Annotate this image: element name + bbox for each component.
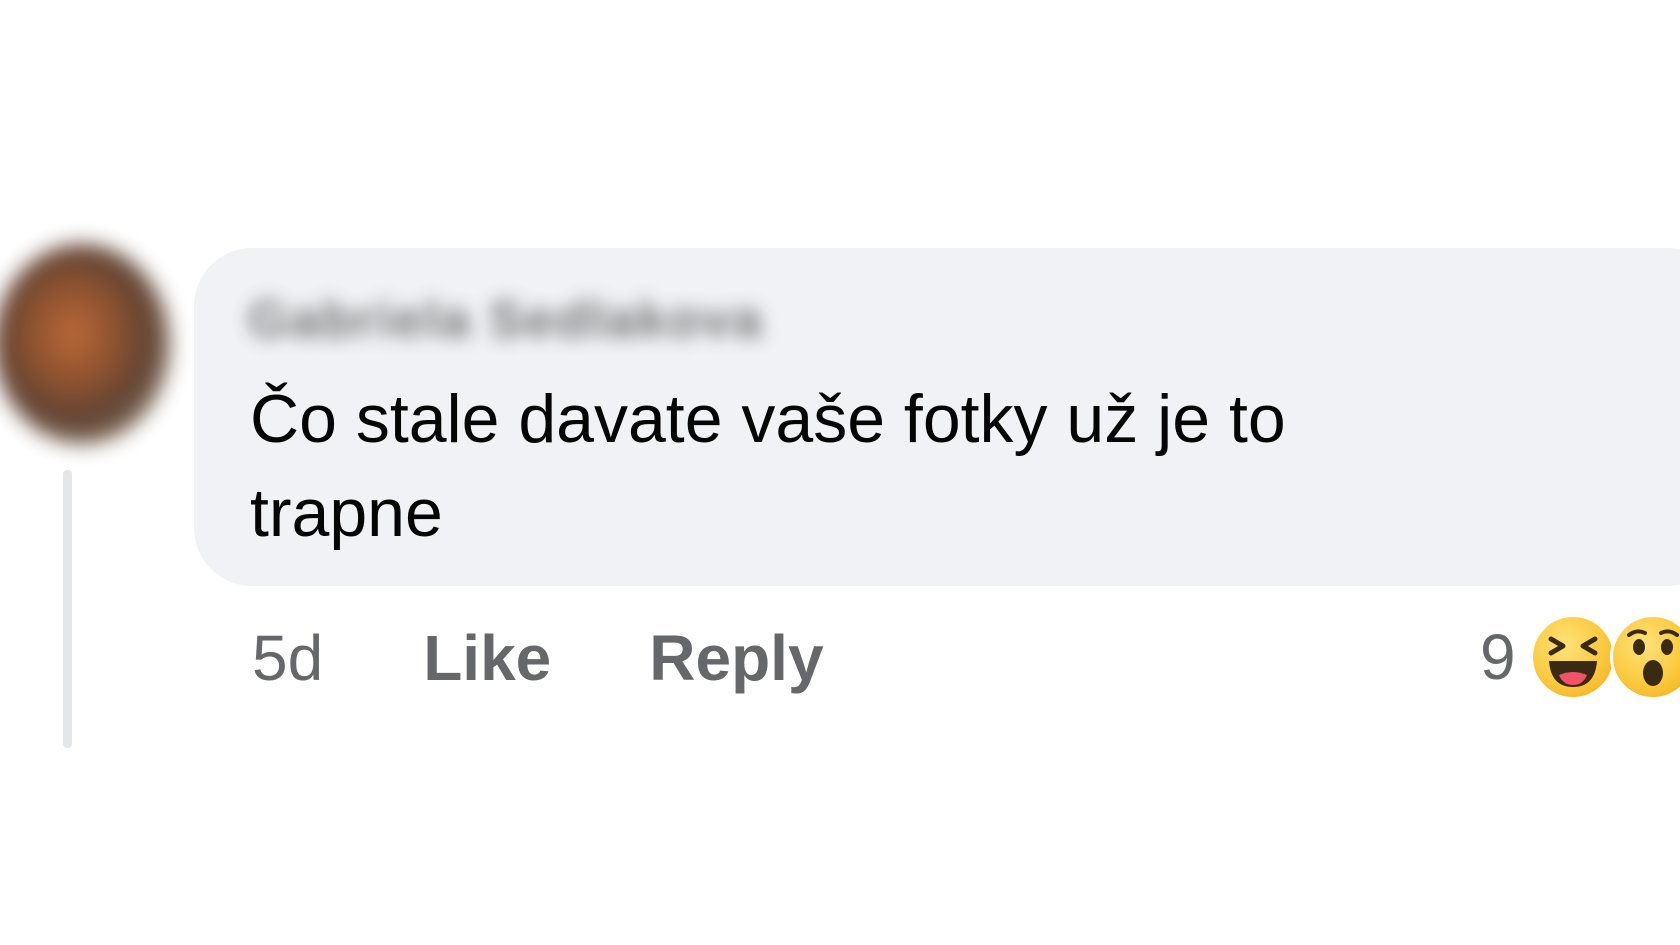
reaction-count: 9	[1480, 621, 1516, 693]
avatar[interactable]	[0, 244, 170, 444]
reaction-summary[interactable]: 9	[1480, 612, 1680, 702]
thread-line	[63, 470, 72, 748]
comment-timestamp[interactable]: 5d	[252, 621, 323, 695]
laughing-emoji-icon	[1529, 614, 1616, 700]
comment-text: Čo stale davate vaše fotky už je to trap…	[250, 381, 1286, 551]
reply-button[interactable]: Reply	[649, 621, 823, 695]
comment-screenshot: Gabriela Sedlakova Čo stale davate vaše …	[0, 0, 1680, 945]
like-button[interactable]: Like	[423, 621, 551, 695]
comment-actions: 5d Like Reply	[252, 618, 922, 698]
wow-emoji-icon	[1609, 614, 1680, 700]
comment-author[interactable]: Gabriela Sedlakova	[248, 290, 764, 350]
